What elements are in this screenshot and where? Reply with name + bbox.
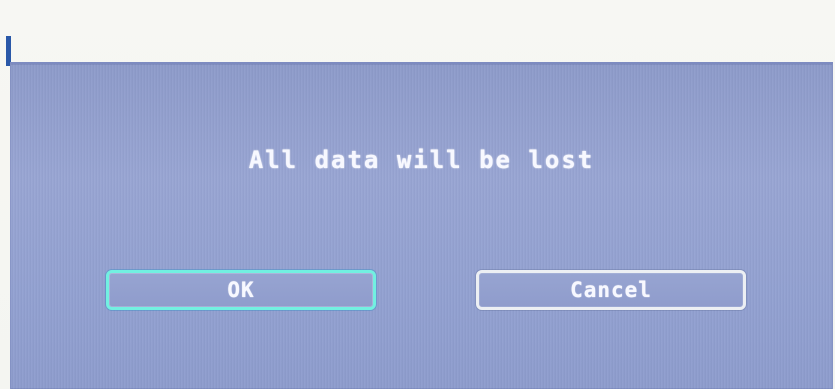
screen: All data will be lost OK Cancel (0, 0, 835, 389)
ok-button[interactable]: OK (106, 270, 376, 310)
dialog-message: All data will be lost (248, 146, 595, 174)
confirmation-dialog: All data will be lost OK Cancel (10, 62, 833, 389)
cancel-button[interactable]: Cancel (476, 270, 746, 310)
